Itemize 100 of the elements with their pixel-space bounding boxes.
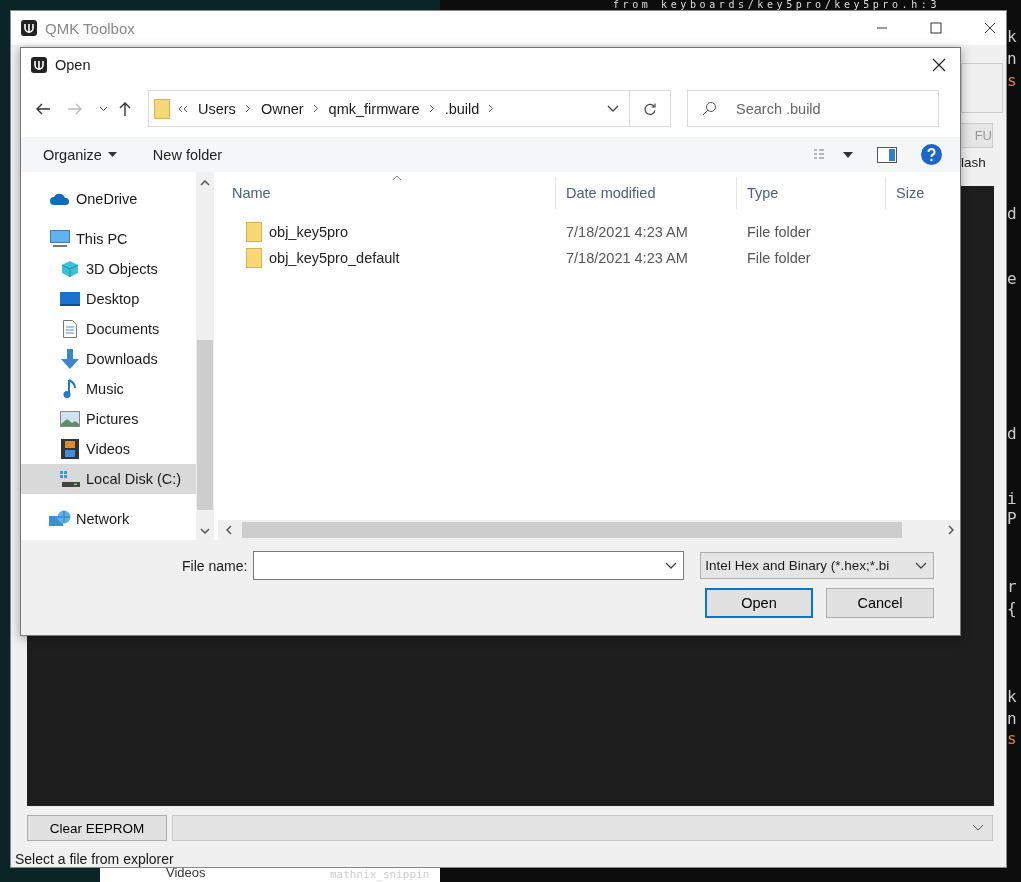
horizontal-scrollbar[interactable] bbox=[218, 520, 960, 540]
search-icon bbox=[702, 101, 717, 116]
date-text: 7/18/2021 4:23 AM bbox=[566, 250, 688, 266]
search-field[interactable]: Search .build bbox=[687, 90, 939, 127]
navigation-item[interactable]: Music bbox=[21, 374, 196, 404]
network-globe-icon bbox=[49, 510, 71, 528]
navigation-item[interactable]: 3D Objects bbox=[21, 254, 196, 284]
download-arrow-icon bbox=[61, 349, 79, 369]
cube-icon bbox=[61, 260, 79, 278]
folder-icon bbox=[154, 98, 170, 119]
code-fragment: i bbox=[1007, 490, 1017, 508]
dropdown-caret-icon[interactable] bbox=[665, 561, 678, 570]
cloud-icon bbox=[50, 193, 70, 205]
breadcrumb-item[interactable]: qmk_firmware bbox=[328, 100, 420, 117]
code-fragment: e bbox=[1007, 270, 1017, 288]
field-label: File name: bbox=[182, 557, 248, 574]
file-name-field[interactable] bbox=[253, 551, 685, 580]
dropdown-caret-icon[interactable] bbox=[915, 561, 928, 570]
column-header[interactable]: Size bbox=[886, 177, 960, 209]
back-arrow-icon[interactable] bbox=[35, 101, 51, 116]
document-icon bbox=[63, 320, 77, 338]
code-fragment: n bbox=[1007, 50, 1017, 68]
folder-icon bbox=[246, 248, 262, 268]
code-fragment: r bbox=[1007, 578, 1017, 596]
column-header[interactable]: Name bbox=[218, 177, 556, 209]
file-type-dropdown[interactable]: Intel Hex and Binary (*.hex;*.bi bbox=[700, 552, 935, 579]
column-header[interactable]: Type bbox=[737, 177, 886, 209]
up-arrow-icon[interactable] bbox=[118, 100, 132, 117]
dropdown-caret-icon[interactable] bbox=[972, 824, 984, 832]
breadcrumb-item[interactable]: Users bbox=[198, 100, 236, 117]
caret-icon[interactable] bbox=[843, 151, 853, 158]
folder-icon bbox=[246, 222, 262, 242]
navigation-item[interactable]: Pictures bbox=[21, 404, 196, 434]
open-button[interactable]: Open bbox=[705, 588, 813, 618]
chevron-right-icon[interactable] bbox=[312, 104, 319, 113]
computer-icon bbox=[50, 230, 70, 248]
navigation-item[interactable]: Downloads bbox=[21, 344, 196, 374]
status-bar-text: Select a file from explorer bbox=[15, 851, 174, 867]
navigation-item[interactable]: Documents bbox=[21, 314, 196, 344]
date-text: 7/18/2021 4:23 AM bbox=[566, 224, 688, 240]
scrollbar-thumb[interactable] bbox=[242, 522, 902, 538]
breadcrumb-item[interactable]: Owner bbox=[260, 100, 304, 117]
landscape-picture-icon bbox=[60, 411, 80, 427]
code-line: from keyboards/key5pro/key5pro.h:3 bbox=[613, 0, 941, 10]
cancel-button[interactable]: Cancel bbox=[826, 588, 934, 618]
drive-icon bbox=[60, 471, 80, 487]
dialog-title: Open bbox=[55, 57, 91, 73]
maximize-icon[interactable] bbox=[930, 22, 942, 34]
column-header[interactable]: Date modified bbox=[556, 177, 737, 209]
new-folder-button[interactable]: New folder bbox=[142, 142, 233, 167]
code-fragment: { bbox=[1007, 600, 1017, 618]
code-fragment: d bbox=[1007, 425, 1017, 443]
vertical-scrollbar[interactable] bbox=[196, 172, 214, 540]
type-text: File folder bbox=[747, 224, 811, 240]
breadcrumb-item[interactable]: .build bbox=[444, 100, 480, 117]
window-title: QMK Toolbox bbox=[45, 19, 135, 37]
code-fragment: n bbox=[1007, 710, 1017, 728]
help-icon[interactable] bbox=[921, 144, 942, 165]
navigation-item[interactable]: Desktop bbox=[21, 284, 196, 314]
file-row[interactable]: obj_key5pro 7/18/2021 4:23 AM File folder bbox=[218, 219, 960, 245]
code-fragment: s bbox=[1007, 730, 1017, 748]
chevron-right-icon[interactable] bbox=[488, 104, 495, 113]
chevron-right-icon[interactable] bbox=[428, 104, 435, 113]
desktop-icon bbox=[60, 292, 80, 306]
app-logo-icon bbox=[31, 57, 47, 73]
code-fragment: k bbox=[1007, 688, 1017, 706]
navigation-item[interactable]: Videos bbox=[21, 434, 196, 464]
scroll-right-icon[interactable] bbox=[948, 525, 954, 535]
sort-caret-icon bbox=[392, 175, 402, 181]
file-name: obj_key5pro_default bbox=[269, 250, 400, 266]
caret-icon bbox=[107, 152, 117, 157]
refresh-icon[interactable] bbox=[643, 101, 657, 116]
code-fragment: s bbox=[1007, 72, 1017, 90]
dropdown-caret-icon[interactable] bbox=[607, 104, 619, 113]
address-bar[interactable]: Users Owner qmk_firmware .build bbox=[148, 90, 671, 127]
close-icon[interactable] bbox=[984, 22, 996, 34]
navigation-item[interactable]: OneDrive bbox=[21, 184, 196, 214]
navigation-item[interactable]: This PC bbox=[21, 224, 196, 254]
scrollbar-thumb[interactable] bbox=[197, 340, 213, 510]
app-logo-icon bbox=[21, 20, 37, 36]
file-row[interactable]: obj_key5pro_default 7/18/2021 4:23 AM File folder bbox=[218, 245, 960, 271]
caret-icon[interactable] bbox=[99, 105, 108, 112]
music-note-icon bbox=[63, 379, 77, 399]
code-fragment: d bbox=[1007, 205, 1017, 223]
code-fragment: k bbox=[1007, 28, 1017, 46]
close-icon[interactable] bbox=[932, 58, 946, 72]
overflow-chevron-icon[interactable] bbox=[178, 104, 188, 113]
scroll-left-icon[interactable] bbox=[226, 525, 232, 535]
organize-button[interactable]: Organize bbox=[33, 142, 127, 167]
scroll-up-icon[interactable] bbox=[200, 180, 210, 186]
group-box bbox=[961, 63, 1003, 113]
clear-eeprom-button[interactable]: Clear EEPROM bbox=[27, 815, 167, 841]
chevron-right-icon[interactable] bbox=[244, 104, 251, 113]
navigation-item[interactable]: Local Disk (C:) bbox=[21, 464, 196, 494]
file-name: obj_key5pro bbox=[269, 224, 348, 240]
folder-label: Videos bbox=[166, 866, 206, 880]
flash-label: lash bbox=[961, 155, 986, 170]
scroll-down-icon[interactable] bbox=[200, 528, 210, 534]
preview-pane-icon[interactable] bbox=[877, 146, 897, 163]
navigation-item[interactable]: Network bbox=[21, 504, 196, 534]
